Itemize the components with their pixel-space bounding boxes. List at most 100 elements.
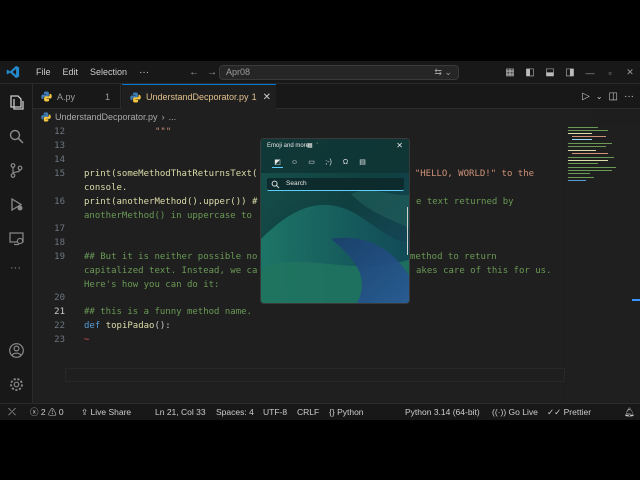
toggle-panel-icon[interactable]: ⬓: [540, 67, 560, 78]
minimap-line: [568, 160, 608, 161]
vscode-window: File Edit Selection ··· ← → Apr08 ⇆ ⌄ ▦ …: [0, 61, 640, 420]
menu-file[interactable]: File: [30, 67, 57, 77]
line-number: 18: [54, 238, 65, 248]
minimap-line: [568, 157, 614, 158]
tab-symbols-icon[interactable]: Ω: [340, 158, 351, 168]
breadcrumb-file[interactable]: UnderstandDecporator.py: [55, 112, 158, 122]
line-number: 19: [54, 252, 65, 262]
menu-more-button[interactable]: ···: [133, 67, 155, 78]
minimap-line: [568, 143, 612, 144]
emoji-search-input[interactable]: Search: [267, 178, 404, 191]
encoding[interactable]: UTF-8: [263, 404, 287, 420]
current-line-highlight: [65, 368, 565, 382]
line-ending[interactable]: CRLF: [297, 404, 319, 420]
remote-explorer-icon[interactable]: [8, 230, 25, 247]
tab-label: A.py: [57, 91, 76, 102]
breadcrumb-separator: ›: [161, 112, 165, 122]
tab-emoji-icon[interactable]: ☺: [289, 158, 300, 168]
line-number: 17: [54, 224, 65, 234]
code-keyword: def: [84, 321, 101, 331]
tab-gif-icon[interactable]: ▭: [306, 158, 317, 168]
tab-kaomoji-icon[interactable]: ;-): [323, 158, 334, 168]
broadcast-icon: ((·)): [492, 407, 507, 417]
code-line-12: """: [155, 127, 172, 137]
maximize-icon[interactable]: ▫: [600, 68, 620, 78]
scrollbar-cursor-marker: [632, 299, 640, 301]
tab-close-icon[interactable]: ✕: [263, 92, 271, 103]
pin-icon[interactable]: ▦: [307, 142, 313, 149]
remote-indicator-icon[interactable]: ⤫: [8, 404, 16, 420]
tab-problem-count: 1: [251, 92, 257, 102]
explorer-icon[interactable]: [8, 94, 25, 111]
account-icon[interactable]: [8, 342, 25, 359]
language-mode[interactable]: {} Python: [329, 404, 364, 420]
copilot-dropdown-icon[interactable]: ⇆ ⌄: [434, 66, 452, 79]
vertical-scrollbar[interactable]: [630, 125, 640, 403]
tab-clipboard-icon[interactable]: ▤: [357, 158, 368, 168]
line-number: 20: [54, 293, 65, 303]
menu-edit[interactable]: Edit: [57, 67, 85, 77]
emoji-panel-title: Emoji and more: [267, 143, 310, 149]
drag-handle-icon[interactable]: ·: [316, 140, 318, 147]
prettier-button[interactable]: ✓✓ Prettier: [547, 404, 591, 420]
code-function-name: topiPadao: [105, 321, 155, 331]
line-number: 16: [54, 197, 65, 207]
warning-count: 0: [58, 407, 64, 417]
breadcrumb: UnderstandDecporator.py › ...: [33, 109, 593, 125]
line-number: 23: [54, 335, 65, 345]
line-number-gutter: 12 14 13 15 16 17 18 19 20 21 22 23: [33, 125, 65, 403]
tab-problem-count: 1: [105, 91, 111, 102]
minimap[interactable]: [566, 125, 628, 403]
tab-understand-decporator[interactable]: UnderstandDecporator.py 1 ✕: [122, 84, 276, 109]
more-views-icon[interactable]: ···: [10, 262, 21, 274]
run-debug-icon[interactable]: [8, 196, 25, 213]
go-live-button[interactable]: ((·)) Go Live: [492, 404, 538, 420]
emoji-scrollbar[interactable]: [407, 207, 408, 255]
minimap-line: [568, 133, 592, 134]
settings-gear-icon[interactable]: [8, 376, 25, 393]
tab-label: UnderstandDecporator.py: [146, 92, 249, 102]
close-window-icon[interactable]: ✕: [620, 67, 640, 78]
run-python-icon[interactable]: ▷: [582, 91, 590, 102]
python-interpreter[interactable]: Python 3.14 (64-bit): [405, 404, 480, 420]
cursor-position[interactable]: Ln 21, Col 33: [155, 404, 206, 420]
live-share-label: Live Share: [90, 407, 132, 417]
warning-icon: ⚠: [48, 407, 57, 417]
more-actions-icon[interactable]: ···: [624, 91, 634, 102]
title-bar: File Edit Selection ··· ← → Apr08 ⇆ ⌄ ▦ …: [0, 61, 640, 84]
run-dropdown-icon[interactable]: ⌄: [596, 92, 603, 101]
minimize-icon[interactable]: —: [580, 68, 600, 78]
line-number: 22: [54, 321, 65, 331]
activity-bar: ···: [0, 84, 33, 403]
search-icon[interactable]: [8, 128, 25, 145]
vscode-logo-icon: [6, 65, 20, 79]
split-editor-icon[interactable]: ◫: [609, 91, 618, 102]
command-center[interactable]: Apr08 ⇆ ⌄: [219, 65, 459, 80]
notifications-bell-icon[interactable]: 🔔︎: [624, 404, 635, 420]
emoji-panel: Emoji and more ▦ · ✕ ◩ ☺ ▭ ;-) Ω ▤ Searc…: [260, 138, 410, 304]
minimap-line: [568, 150, 596, 151]
language-label: Python: [337, 407, 364, 417]
indentation[interactable]: Spaces: 4: [216, 404, 254, 420]
toggle-secondary-sidebar-icon[interactable]: ◨: [560, 67, 580, 78]
line-number: 15: [54, 169, 65, 179]
tab-recent-icon[interactable]: ◩: [272, 158, 283, 168]
layout-customize-icon[interactable]: ▦: [500, 67, 520, 78]
minimap-line: [568, 127, 598, 128]
python-file-icon: [41, 112, 51, 122]
tab-a-py[interactable]: A.py 1: [33, 84, 121, 109]
menu-selection[interactable]: Selection: [84, 67, 133, 77]
live-share-button[interactable]: ⇪ Live Share: [81, 404, 131, 420]
minimap-line: [568, 180, 586, 181]
problems-indicator[interactable]: ⓧ 2 ⚠ 0: [30, 404, 64, 420]
close-icon[interactable]: ✕: [396, 141, 403, 150]
search-icon: [271, 180, 280, 189]
minimap-line: [568, 177, 594, 178]
source-control-icon[interactable]: [8, 162, 25, 179]
back-arrow-icon[interactable]: ←: [185, 67, 203, 78]
breadcrumb-symbols[interactable]: ...: [169, 112, 177, 122]
error-squiggle: ~: [84, 335, 90, 345]
go-live-label: Go Live: [508, 407, 538, 417]
toggle-sidebar-icon[interactable]: ◧: [520, 67, 540, 78]
minimap-line: [568, 130, 608, 131]
